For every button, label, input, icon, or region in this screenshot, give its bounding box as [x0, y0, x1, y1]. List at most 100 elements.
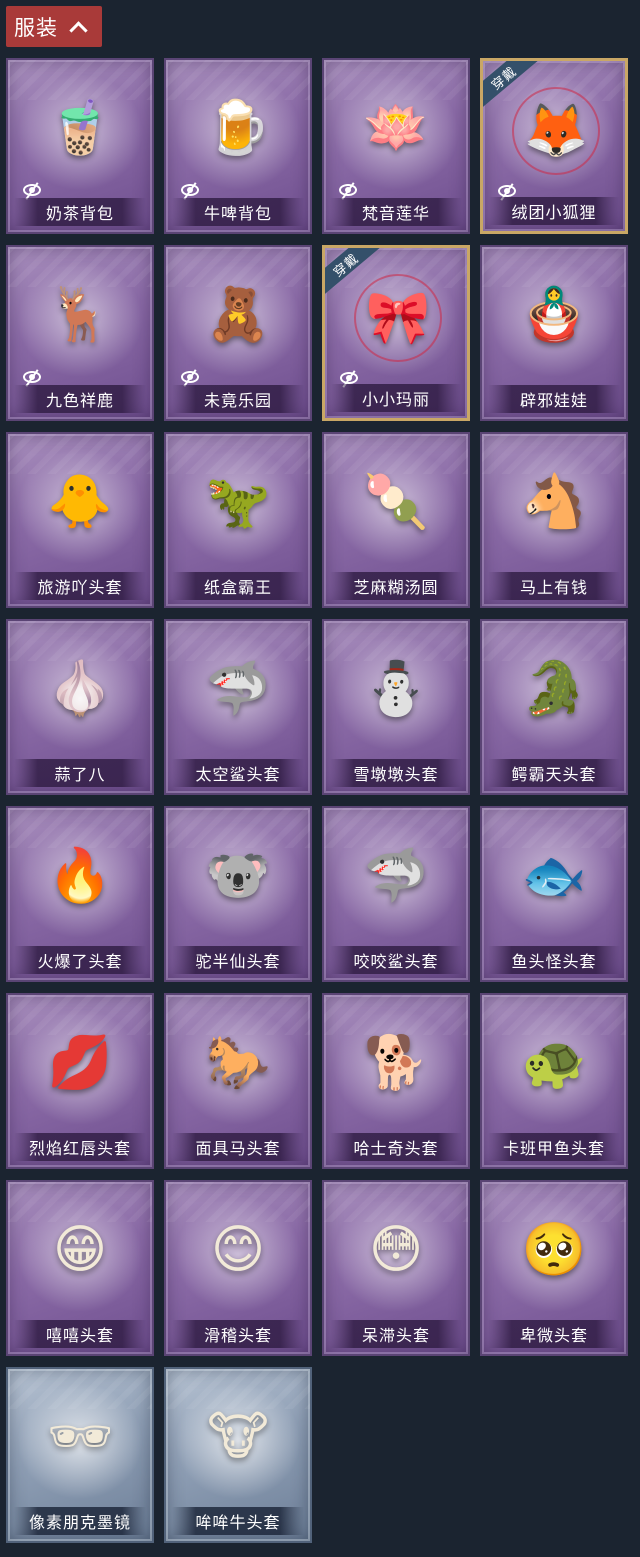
- costume-item-image: 🦊: [512, 87, 600, 175]
- costume-item-image: 🕶: [46, 1407, 113, 1467]
- costume-item-name: 驼半仙头套: [172, 946, 304, 974]
- costume-item-card[interactable]: 🍺 牛啤背包: [164, 58, 312, 234]
- costume-item-name: 卑微头套: [488, 1320, 620, 1348]
- costume-item-image: 🧸: [205, 285, 271, 345]
- costume-item-name: 蒜了八: [14, 759, 146, 787]
- costume-item-name: 牛啤背包: [172, 198, 304, 226]
- costume-item-image: 🐎: [205, 1033, 271, 1093]
- costume-item-name: 哈士奇头套: [330, 1133, 462, 1161]
- costume-item-name: 哞哞牛头套: [172, 1507, 304, 1535]
- costume-item-card[interactable]: 🧋 奶茶背包: [6, 58, 154, 234]
- costume-item-name: 太空鲨头套: [172, 759, 304, 787]
- costume-item-card[interactable]: 🐢 卡班甲鱼头套: [480, 993, 628, 1169]
- eye-slash-icon[interactable]: [181, 371, 199, 383]
- costume-item-card[interactable]: 🧸 未竟乐园: [164, 245, 312, 421]
- costume-item-name: 咬咬鲨头套: [330, 946, 462, 974]
- costume-item-image: 🦖: [205, 472, 271, 532]
- eye-slash-icon[interactable]: [23, 371, 41, 383]
- costume-item-card[interactable]: 🦈 太空鲨头套: [164, 619, 312, 795]
- costume-item-image: 🐥: [47, 472, 113, 532]
- costume-item-image: 🎀: [354, 274, 442, 362]
- costume-item-image: 🪆: [521, 285, 587, 345]
- costume-item-card[interactable]: 🐊 鳄霸天头套: [480, 619, 628, 795]
- costume-item-image: 🐊: [521, 659, 587, 719]
- costume-item-image: 🍡: [363, 472, 429, 532]
- costume-item-image: 🐟: [521, 846, 587, 906]
- costume-item-image: 🦌: [47, 285, 113, 345]
- costume-item-card[interactable]: ⛄ 雪墩墩头套: [322, 619, 470, 795]
- costume-item-name: 烈焰红唇头套: [14, 1133, 146, 1161]
- costume-item-card[interactable]: 🦌 九色祥鹿: [6, 245, 154, 421]
- costume-item-name: 卡班甲鱼头套: [488, 1133, 620, 1161]
- costume-item-image: 🐮: [207, 1407, 269, 1467]
- costume-item-name: 芝麻糊汤圆: [330, 572, 462, 600]
- eye-slash-icon[interactable]: [340, 372, 358, 384]
- costume-item-card[interactable]: 🐕 哈士奇头套: [322, 993, 470, 1169]
- costume-item-image: 😁: [52, 1220, 108, 1280]
- costume-item-name: 纸盒霸王: [172, 572, 304, 600]
- costume-item-image: 🍺: [205, 98, 271, 158]
- costume-item-grid: 🧋 奶茶背包 🍺 牛啤背包 🪷 梵音莲华 🦊 穿戴 绒团小狐狸 🦌 九色祥鹿 🧸 未竟乐园 🎀 穿戴 小小玛丽…: [6, 58, 634, 1543]
- costume-item-name: 梵音莲华: [330, 198, 462, 226]
- costume-item-name: 呆滞头套: [330, 1320, 462, 1348]
- costume-item-card[interactable]: 😊 滑稽头套: [164, 1180, 312, 1356]
- costume-item-name: 绒团小狐狸: [489, 197, 619, 225]
- costume-item-card[interactable]: 🐟 鱼头怪头套: [480, 806, 628, 982]
- costume-item-image: 😊: [210, 1220, 266, 1280]
- costume-item-image: 🧄: [47, 659, 113, 719]
- costume-item-card[interactable]: 🍡 芝麻糊汤圆: [322, 432, 470, 608]
- eye-slash-icon[interactable]: [339, 184, 357, 196]
- costume-item-card[interactable]: 🥺 卑微头套: [480, 1180, 628, 1356]
- costume-item-image: 💋: [47, 1033, 113, 1093]
- costume-item-card[interactable]: 🦈 咬咬鲨头套: [322, 806, 470, 982]
- costume-item-name: 马上有钱: [488, 572, 620, 600]
- costume-item-image: 🐢: [521, 1033, 587, 1093]
- costume-item-name: 辟邪娃娃: [488, 385, 620, 413]
- costume-item-name: 奶茶背包: [14, 198, 146, 226]
- costume-item-card[interactable]: 💋 烈焰红唇头套: [6, 993, 154, 1169]
- costume-item-name: 滑稽头套: [172, 1320, 304, 1348]
- costume-item-card[interactable]: 🔥 火爆了头套: [6, 806, 154, 982]
- costume-item-card[interactable]: 🕶 像素朋克墨镜: [6, 1367, 154, 1543]
- costume-item-card[interactable]: 🐥 旅游吖头套: [6, 432, 154, 608]
- costume-item-card[interactable]: 🧄 蒜了八: [6, 619, 154, 795]
- costume-item-card[interactable]: 🎀 穿戴 小小玛丽: [322, 245, 470, 421]
- costume-item-image: 🐕: [363, 1033, 429, 1093]
- costume-item-card[interactable]: 🦊 穿戴 绒团小狐狸: [480, 58, 628, 234]
- costume-item-name: 像素朋克墨镜: [14, 1507, 146, 1535]
- costume-item-card[interactable]: 🐨 驼半仙头套: [164, 806, 312, 982]
- costume-item-image: 🐴: [521, 472, 587, 532]
- costume-item-image: ⛄: [363, 659, 429, 719]
- costume-item-card[interactable]: 🪷 梵音莲华: [322, 58, 470, 234]
- costume-item-name: 雪墩墩头套: [330, 759, 462, 787]
- costume-category-title: 服装: [14, 15, 58, 40]
- costume-item-name: 面具马头套: [172, 1133, 304, 1161]
- costume-item-image: 🧋: [47, 98, 113, 158]
- costume-item-card[interactable]: 😁 嘻嘻头套: [6, 1180, 154, 1356]
- eye-slash-icon[interactable]: [498, 185, 516, 197]
- costume-item-name: 鱼头怪头套: [488, 946, 620, 974]
- costume-item-name: 未竟乐园: [172, 385, 304, 413]
- costume-item-card[interactable]: 🐎 面具马头套: [164, 993, 312, 1169]
- eye-slash-icon[interactable]: [23, 184, 41, 196]
- costume-item-card[interactable]: 🪆 辟邪娃娃: [480, 245, 628, 421]
- costume-item-image: 😳: [368, 1220, 424, 1280]
- costume-category-tab[interactable]: 服装: [6, 6, 102, 47]
- costume-item-card[interactable]: 😳 呆滞头套: [322, 1180, 470, 1356]
- costume-item-card[interactable]: 🐮 哞哞牛头套: [164, 1367, 312, 1543]
- costume-item-name: 嘻嘻头套: [14, 1320, 146, 1348]
- costume-item-card[interactable]: 🐴 马上有钱: [480, 432, 628, 608]
- costume-item-name: 小小玛丽: [331, 384, 461, 412]
- chevron-up-icon: [69, 21, 88, 40]
- costume-item-name: 鳄霸天头套: [488, 759, 620, 787]
- eye-slash-icon[interactable]: [181, 184, 199, 196]
- costume-item-image: 🥺: [521, 1220, 587, 1280]
- costume-item-name: 九色祥鹿: [14, 385, 146, 413]
- costume-item-image: 🪷: [363, 98, 429, 158]
- costume-item-image: 🔥: [47, 846, 113, 906]
- costume-item-image: 🐨: [205, 846, 271, 906]
- costume-item-image: 🦈: [205, 659, 271, 719]
- costume-item-image: 🦈: [363, 846, 429, 906]
- costume-item-name: 旅游吖头套: [14, 572, 146, 600]
- costume-item-card[interactable]: 🦖 纸盒霸王: [164, 432, 312, 608]
